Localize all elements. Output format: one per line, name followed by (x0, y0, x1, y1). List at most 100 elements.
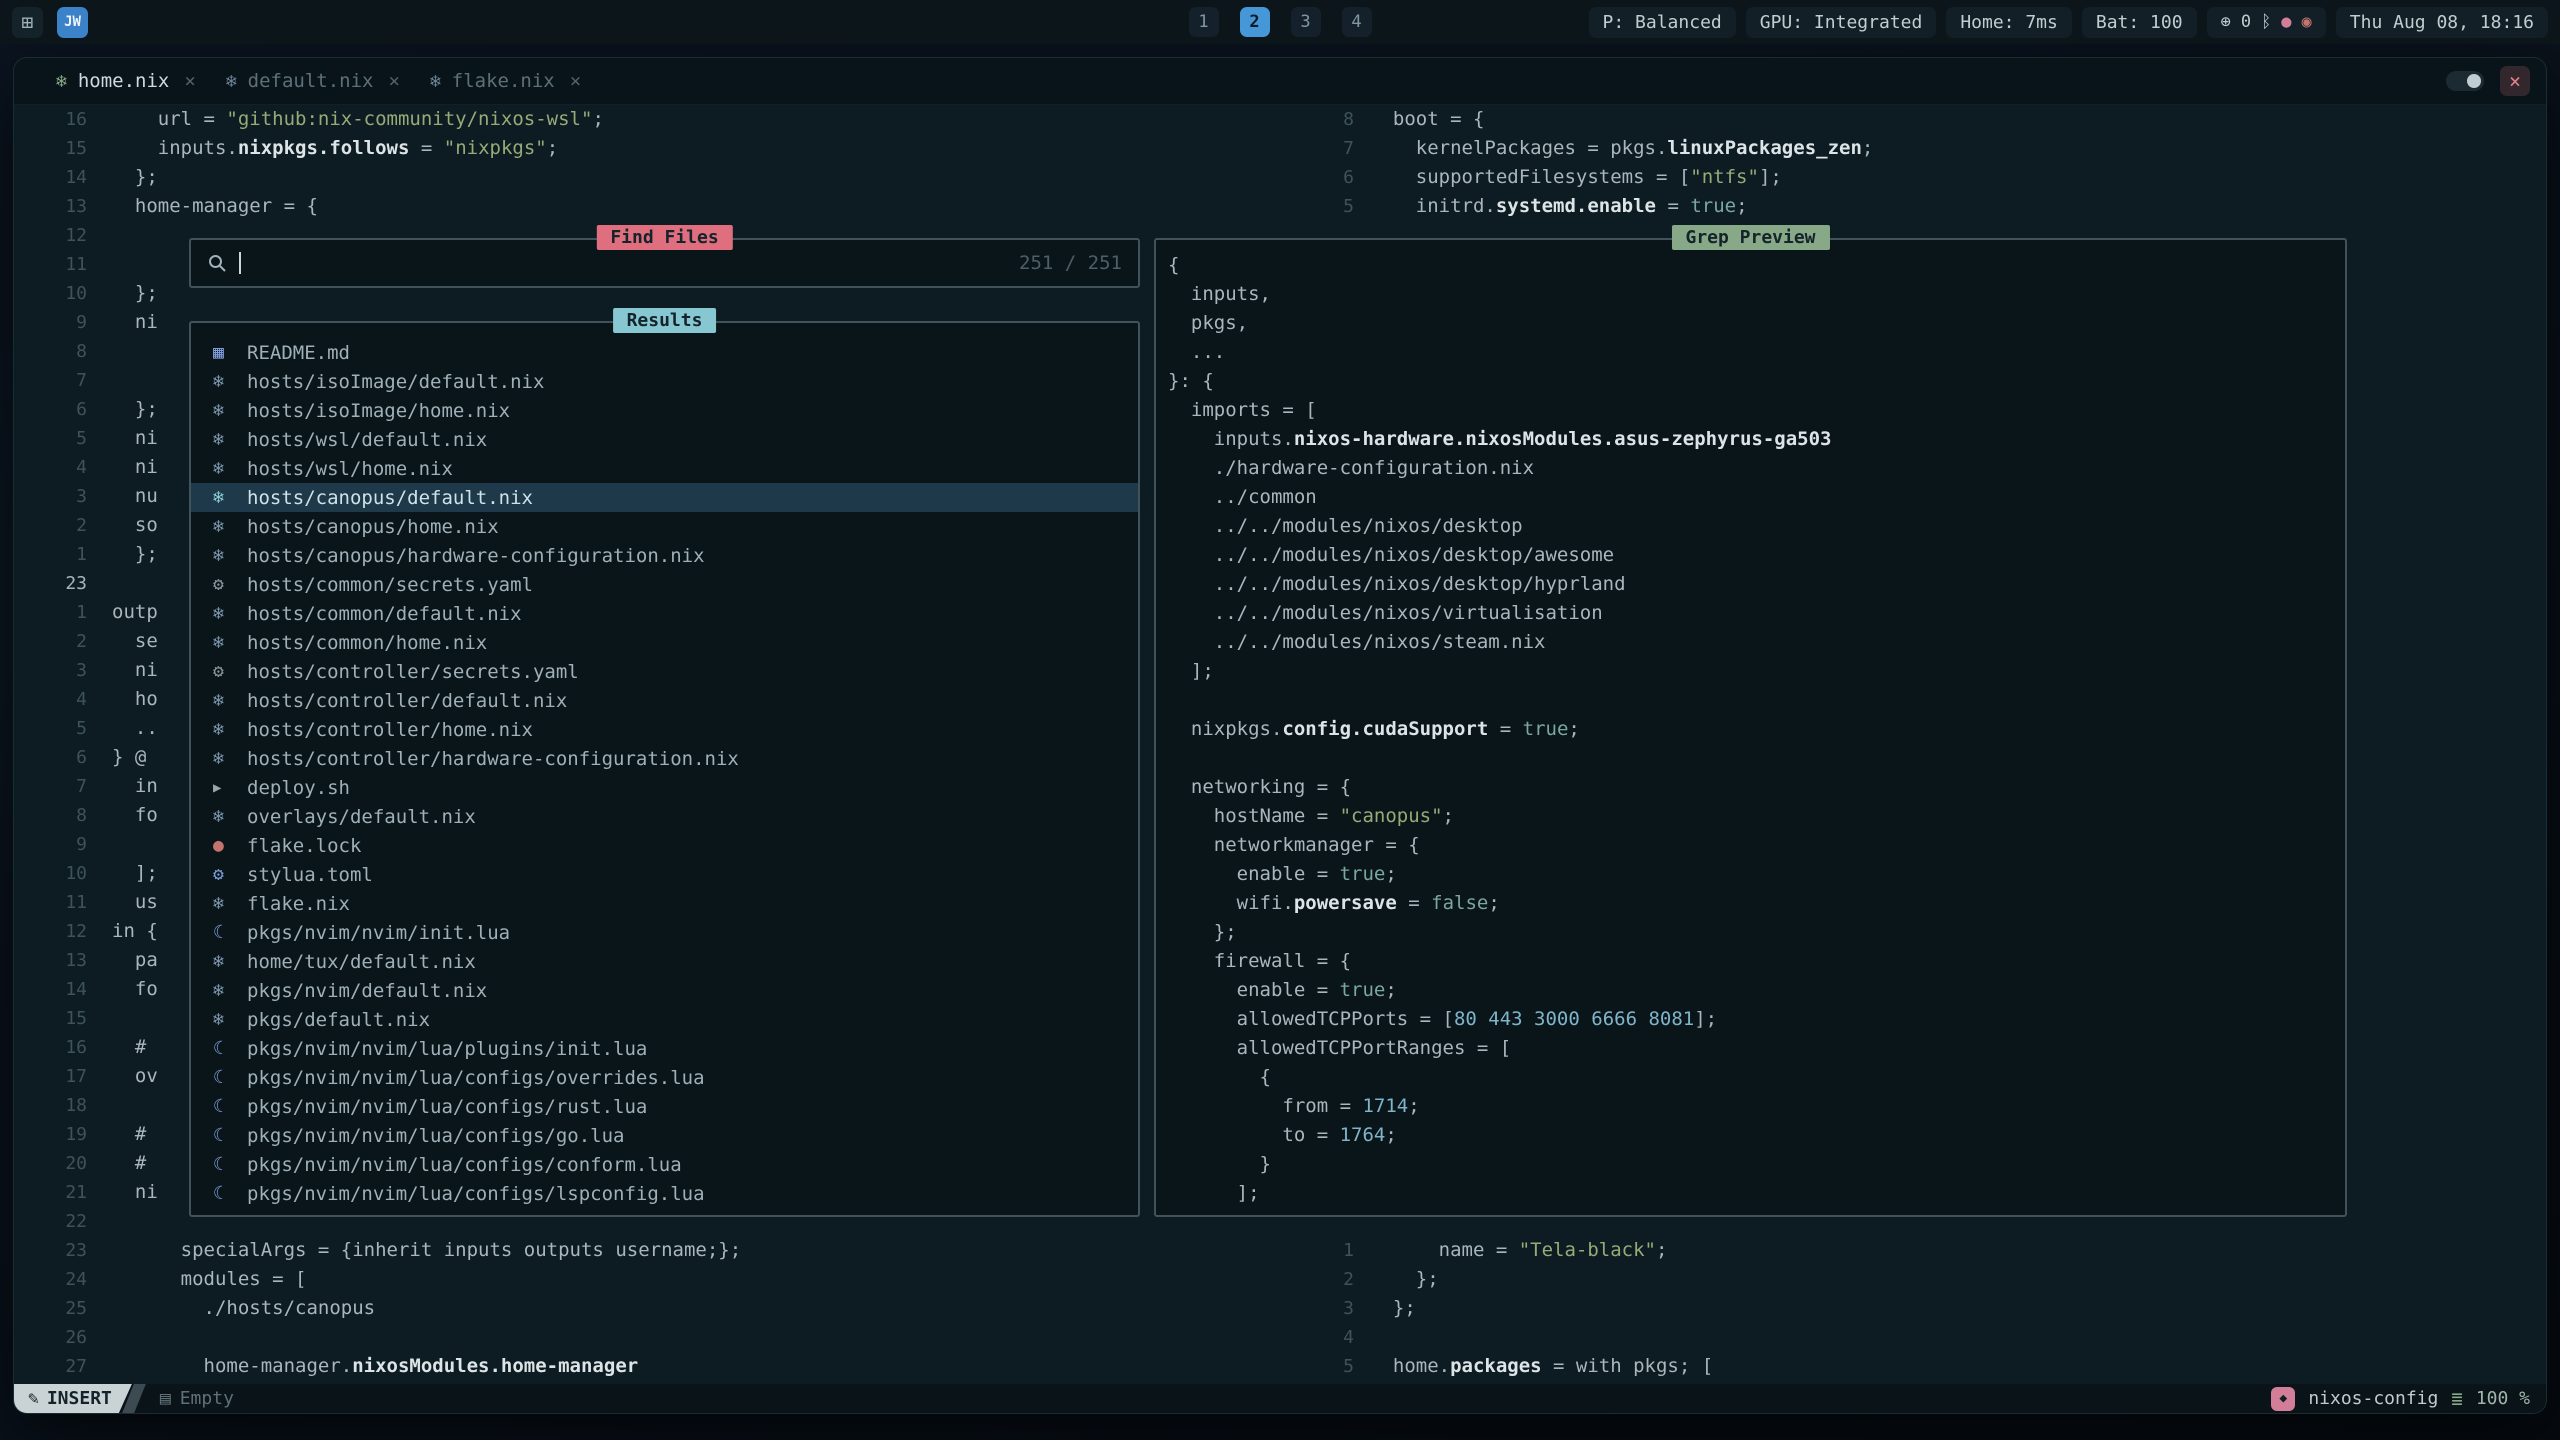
tab-close-icon[interactable]: × (389, 70, 400, 92)
network-icon[interactable]: ⊕ (2221, 12, 2231, 32)
result-item[interactable]: ❄home/tux/default.nix (191, 947, 1138, 976)
text-cursor (239, 252, 241, 274)
result-item[interactable]: ❄hosts/controller/default.nix (191, 686, 1138, 715)
workspace-button-2[interactable]: 2 (1240, 7, 1270, 37)
result-item[interactable]: ❄hosts/canopus/default.nix (191, 483, 1138, 512)
code-text: modules = [ (112, 1265, 306, 1294)
result-item[interactable]: ❄hosts/wsl/home.nix (191, 454, 1138, 483)
result-filename: deploy.sh (247, 777, 350, 799)
code-text: to = 1764; (1168, 1121, 1397, 1150)
result-filename: hosts/controller/secrets.yaml (247, 661, 579, 683)
code-text: firewall = { (1168, 947, 1351, 976)
tab-close-icon[interactable]: × (570, 70, 581, 92)
line-number: 9 (14, 830, 87, 859)
code-text: networkmanager = { (1168, 831, 1420, 860)
code-line: 23 specialArgs = {inherit inputs outputs… (14, 1236, 1317, 1265)
tab-close-icon[interactable]: × (184, 70, 195, 92)
result-filename: hosts/controller/hardware-configuration.… (247, 748, 739, 770)
titlebar-toggle[interactable] (2446, 71, 2484, 91)
code-line: ../../modules/nixos/virtualisation (1168, 599, 2343, 628)
result-item[interactable]: ❄hosts/canopus/hardware-configuration.ni… (191, 541, 1138, 570)
result-item[interactable]: ⚙stylua.toml (191, 860, 1138, 889)
line-number: 25 (14, 1294, 87, 1323)
result-item[interactable]: ▶deploy.sh (191, 773, 1138, 802)
result-item[interactable]: ❄flake.nix (191, 889, 1138, 918)
line-number: 4 (14, 685, 87, 714)
result-filename: hosts/common/home.nix (247, 632, 487, 654)
line-number: 7 (14, 366, 87, 395)
result-item[interactable]: ☾pkgs/nvim/nvim/lua/configs/overrides.lu… (191, 1063, 1138, 1092)
tab-flake.nix[interactable]: ❄flake.nix× (430, 58, 581, 104)
code-text: supportedFilesystems = ["ntfs"]; (1370, 163, 1782, 192)
code-text: ov (112, 1062, 158, 1091)
code-text: ../../modules/nixos/desktop (1168, 512, 1523, 541)
result-filename: hosts/wsl/default.nix (247, 429, 487, 451)
result-item[interactable]: ☾pkgs/nvim/nvim/init.lua (191, 918, 1138, 947)
code-line: ]; (1168, 657, 2343, 686)
workspace-button-1[interactable]: 1 (1189, 7, 1219, 37)
result-filename: hosts/canopus/hardware-configuration.nix (247, 545, 705, 567)
result-item[interactable]: ❄hosts/isoImage/home.nix (191, 396, 1138, 425)
result-item[interactable]: ☾pkgs/nvim/nvim/lua/configs/go.lua (191, 1121, 1138, 1150)
code-text: inputs.nixpkgs.follows = "nixpkgs"; (112, 134, 558, 163)
result-item[interactable]: ☾pkgs/nvim/nvim/lua/plugins/init.lua (191, 1034, 1138, 1063)
result-item[interactable]: ❄hosts/wsl/default.nix (191, 425, 1138, 454)
code-line: ../../modules/nixos/steam.nix (1168, 628, 2343, 657)
result-filename: hosts/wsl/home.nix (247, 458, 453, 480)
result-item[interactable]: ❄hosts/controller/home.nix (191, 715, 1138, 744)
line-number: 2 (14, 511, 87, 540)
lines-icon: ≣ (2451, 1388, 2462, 1410)
workspace-button-4[interactable]: 4 (1342, 7, 1372, 37)
result-item[interactable]: ❄hosts/controller/hardware-configuration… (191, 744, 1138, 773)
tab-default.nix[interactable]: ❄default.nix× (226, 58, 400, 104)
line-number: 6 (1317, 163, 1354, 192)
apps-menu-button[interactable]: ⊞ (12, 7, 43, 38)
result-item[interactable]: ●flake.lock (191, 831, 1138, 860)
result-item[interactable]: ❄pkgs/nvim/default.nix (191, 976, 1138, 1005)
record-icon[interactable]: ● (2281, 12, 2291, 32)
result-filename: stylua.toml (247, 864, 373, 886)
logo-badge[interactable]: JW (57, 7, 88, 38)
code-text: # (112, 1033, 146, 1062)
line-number: 19 (14, 1120, 87, 1149)
tab-label: default.nix (248, 70, 374, 92)
result-item[interactable]: ❄hosts/isoImage/default.nix (191, 367, 1138, 396)
result-item[interactable]: ❄hosts/canopus/home.nix (191, 512, 1138, 541)
power-icon[interactable]: ◉ (2302, 12, 2312, 32)
result-filename: hosts/common/default.nix (247, 603, 522, 625)
result-item[interactable]: ❄overlays/default.nix (191, 802, 1138, 831)
result-item[interactable]: ❄hosts/common/default.nix (191, 599, 1138, 628)
result-item[interactable]: ⚙hosts/controller/secrets.yaml (191, 657, 1138, 686)
code-line: nixpkgs.config.cudaSupport = true; (1168, 715, 2343, 744)
code-line: from = 1714; (1168, 1092, 2343, 1121)
line-number: 23 (14, 569, 87, 598)
grep-preview-popup: Grep Preview { inputs, pkgs, ...}: { imp… (1154, 238, 2347, 1217)
nix-icon: ❄ (213, 980, 247, 1001)
code-text: } (1168, 1150, 1271, 1179)
clock[interactable]: Thu Aug 08, 18:16 (2336, 7, 2548, 38)
buffer-status: ▤ Empty (160, 1388, 234, 1409)
code-text: }; (1168, 918, 1237, 947)
code-text: enable = true; (1168, 860, 1397, 889)
result-item[interactable]: ❄pkgs/default.nix (191, 1005, 1138, 1034)
result-item[interactable]: ☾pkgs/nvim/nvim/lua/configs/conform.lua (191, 1150, 1138, 1179)
notifications-icon[interactable]: 0 (2241, 12, 2251, 32)
code-text: }: { (1168, 367, 1214, 396)
bluetooth-icon[interactable]: ᛒ (2261, 12, 2271, 32)
tab-home.nix[interactable]: ❄home.nix× (56, 58, 196, 104)
window-close-button[interactable]: × (2500, 66, 2530, 96)
yaml-icon: ⚙ (213, 661, 247, 682)
result-item[interactable]: ▦README.md (191, 338, 1138, 367)
find-files-title: Find Files (596, 225, 732, 250)
code-line: 5 home.packages = with pkgs; [ (1317, 1352, 2546, 1381)
code-text: initrd.systemd.enable = true; (1370, 192, 1748, 221)
code-text: }; (112, 163, 158, 192)
result-item[interactable]: ⚙hosts/common/secrets.yaml (191, 570, 1138, 599)
result-item[interactable]: ❄hosts/common/home.nix (191, 628, 1138, 657)
code-line: 26 (14, 1323, 1317, 1352)
code-text: networking = { (1168, 773, 1351, 802)
workspace-button-3[interactable]: 3 (1291, 7, 1321, 37)
topbar-left: ⊞ JW (12, 7, 88, 38)
result-item[interactable]: ☾pkgs/nvim/nvim/lua/configs/rust.lua (191, 1092, 1138, 1121)
result-item[interactable]: ☾pkgs/nvim/nvim/lua/configs/lspconfig.lu… (191, 1179, 1138, 1208)
